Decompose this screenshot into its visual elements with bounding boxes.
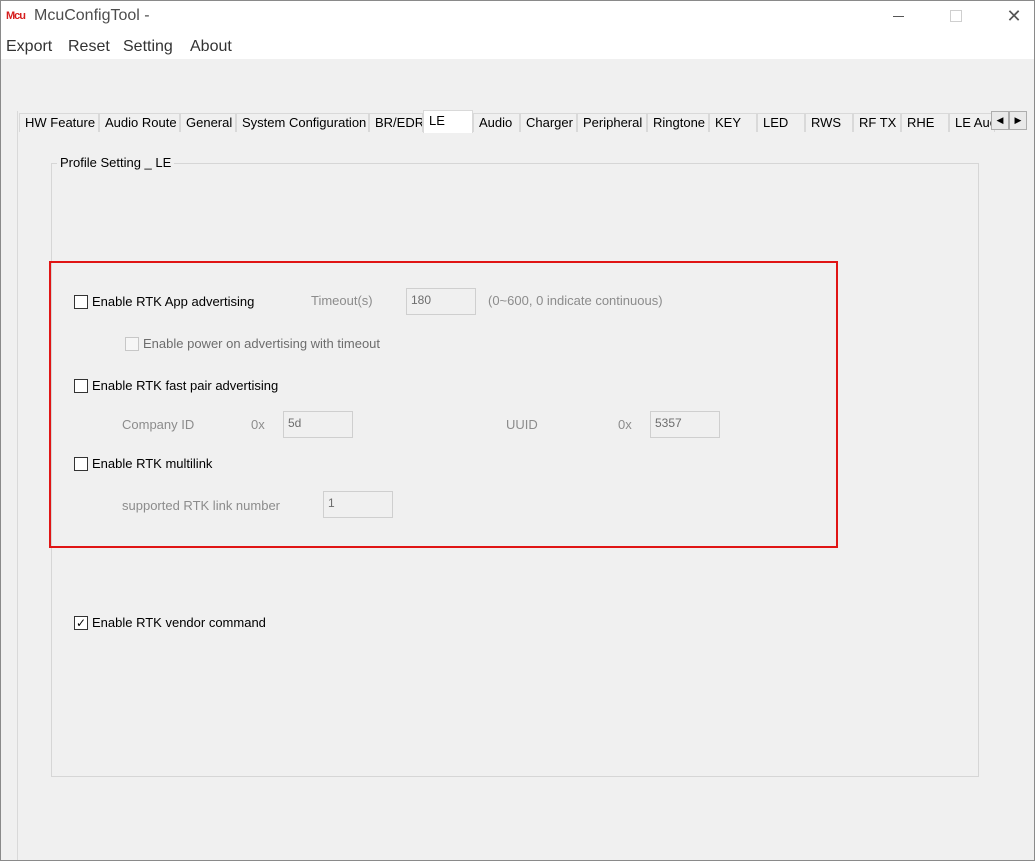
checkbox-box: [74, 456, 88, 471]
tab-rhe[interactable]: RHE: [901, 113, 949, 132]
link-number-input[interactable]: 1: [323, 491, 393, 518]
tab-strip: HW Feature Audio Route General System Co…: [19, 110, 1031, 133]
close-button[interactable]: ✕: [991, 1, 1034, 31]
menu-about[interactable]: About: [190, 38, 232, 56]
tab-le[interactable]: LE: [423, 110, 473, 133]
menu-bar: Export Reset Setting About: [1, 35, 1034, 59]
app-advertising-checkbox[interactable]: Enable RTK App advertising: [74, 294, 254, 309]
tab-br-edr[interactable]: BR/EDR: [369, 113, 423, 132]
tab-rf-tx[interactable]: RF TX: [853, 113, 901, 132]
arrow-right-icon: ▶: [1014, 115, 1022, 125]
minimize-button[interactable]: [875, 1, 921, 31]
title-bar: Mcu McuConfigTool - ✕: [1, 1, 1034, 35]
company-id-label: Company ID: [122, 417, 195, 432]
minimize-icon: [892, 15, 904, 17]
close-icon: ✕: [1006, 5, 1022, 26]
company-id-prefix: 0x: [251, 417, 265, 432]
uuid-input[interactable]: 5357: [650, 411, 720, 438]
tab-audio-route[interactable]: Audio Route: [99, 113, 180, 132]
checkbox-box: [74, 294, 88, 309]
app-window: Mcu McuConfigTool - ✕ Export Reset Setti…: [0, 0, 1035, 861]
tab-rws[interactable]: RWS: [805, 113, 853, 132]
timeout-label: Timeout(s): [311, 293, 373, 308]
arrow-left-icon: ◀: [996, 115, 1004, 125]
tab-hw-feature[interactable]: HW Feature: [19, 113, 99, 132]
tab-scroll-left-button[interactable]: ◀: [991, 111, 1009, 130]
power-on-advertising-label: Enable power on advertising with timeout: [143, 336, 381, 351]
tab-scroll-right-button[interactable]: ▶: [1009, 111, 1027, 130]
tab-key[interactable]: KEY: [709, 113, 757, 132]
uuid-label: UUID: [506, 417, 538, 432]
multilink-checkbox[interactable]: Enable RTK multilink: [74, 456, 212, 471]
tab-ringtone[interactable]: Ringtone: [647, 113, 709, 132]
menu-setting[interactable]: Setting: [123, 38, 173, 56]
checkbox-box: [125, 336, 139, 351]
window-title: McuConfigTool -: [34, 7, 150, 24]
app-advertising-label: Enable RTK App advertising: [92, 294, 255, 309]
power-on-advertising-checkbox[interactable]: Enable power on advertising with timeout: [125, 336, 380, 351]
app-logo-icon: Mcu: [6, 10, 26, 22]
multilink-label: Enable RTK multilink: [92, 456, 213, 471]
menu-reset[interactable]: Reset: [68, 38, 110, 56]
timeout-input[interactable]: 180: [406, 288, 476, 315]
checkbox-box: [74, 378, 88, 393]
tab-led[interactable]: LED: [757, 113, 805, 132]
group-title: Profile Setting _ LE: [57, 155, 175, 170]
maximize-button[interactable]: [933, 1, 979, 31]
uuid-prefix: 0x: [618, 417, 632, 432]
fast-pair-label: Enable RTK fast pair advertising: [92, 378, 279, 393]
tab-general[interactable]: General: [180, 113, 236, 132]
tab-audio[interactable]: Audio: [473, 113, 520, 132]
vendor-command-label: Enable RTK vendor command: [92, 615, 266, 630]
menu-export[interactable]: Export: [6, 38, 52, 56]
content-area: HW Feature Audio Route General System Co…: [1, 59, 1034, 860]
tab-charger[interactable]: Charger: [520, 113, 577, 132]
tab-system-configuration[interactable]: System Configuration: [236, 113, 369, 132]
maximize-icon: [950, 10, 962, 22]
fast-pair-checkbox[interactable]: Enable RTK fast pair advertising: [74, 378, 278, 393]
vendor-command-checkbox[interactable]: ✓ Enable RTK vendor command: [74, 615, 266, 630]
tab-le-audio[interactable]: LE Auc: [949, 113, 995, 132]
timeout-hint: (0~600, 0 indicate continuous): [488, 293, 663, 308]
tab-peripheral[interactable]: Peripheral: [577, 113, 647, 132]
check-icon: ✓: [74, 615, 88, 630]
company-id-input[interactable]: 5d: [283, 411, 353, 438]
link-number-label: supported RTK link number: [122, 498, 281, 513]
